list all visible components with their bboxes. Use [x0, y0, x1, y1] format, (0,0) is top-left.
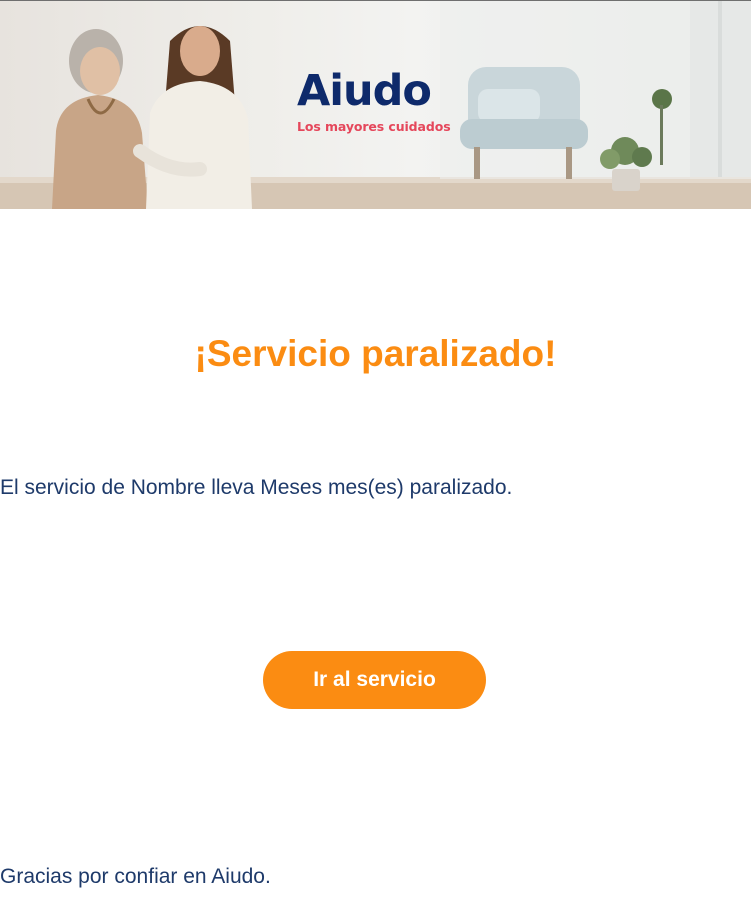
aiudo-logo: Aiudo Los mayores cuidados — [297, 69, 467, 134]
young-woman-figure — [133, 26, 252, 209]
closing-message: Gracias por confiar en Aiudo. — [0, 865, 271, 888]
logo-tagline: Los mayores cuidados — [297, 119, 451, 134]
elderly-woman-figure — [52, 29, 148, 209]
go-to-service-button[interactable]: Ir al servicio — [263, 651, 486, 709]
header-banner: Aiudo Los mayores cuidados — [0, 1, 751, 209]
page-title: ¡Servicio paralizado! — [194, 333, 557, 374]
email-page: Aiudo Los mayores cuidados ¡Servicio par… — [0, 0, 751, 918]
service-message: El servicio de Nombre lleva Meses mes(es… — [0, 476, 513, 499]
logo-wordmark: Aiudo — [297, 66, 432, 116]
